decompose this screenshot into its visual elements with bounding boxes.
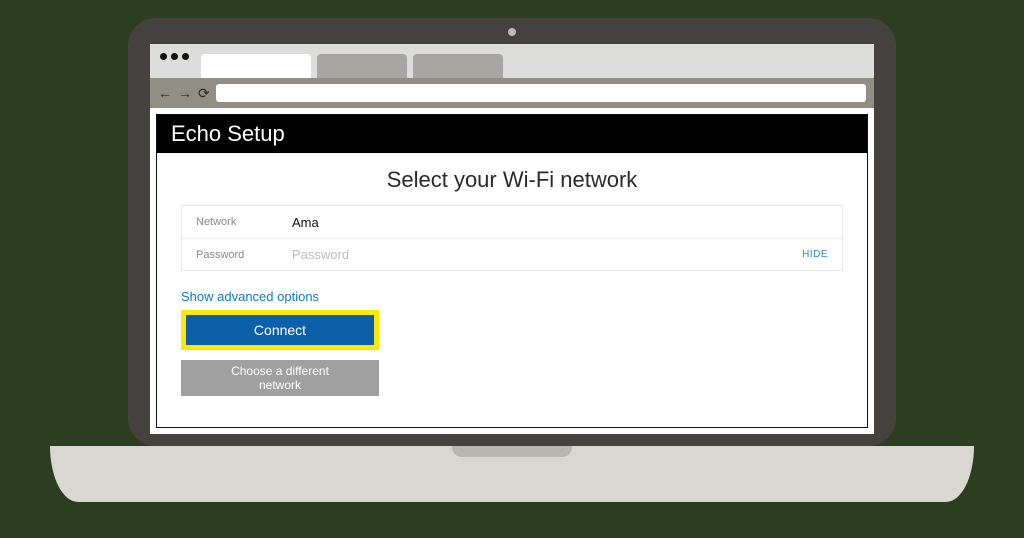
password-row[interactable]: Password Password HIDE bbox=[182, 238, 842, 270]
network-value: Ama bbox=[292, 215, 828, 230]
main-area: Select your Wi-Fi network Network Ama Pa… bbox=[157, 153, 867, 396]
page-content: Echo Setup Select your Wi-Fi network Net… bbox=[150, 108, 874, 434]
tab-active[interactable] bbox=[201, 54, 311, 78]
laptop-base bbox=[50, 446, 974, 502]
choose-different-network-button[interactable]: Choose a different network bbox=[181, 360, 379, 396]
browser-window: ← → ⟳ Echo Setup Select your Wi-Fi netwo… bbox=[150, 44, 874, 434]
camera-icon bbox=[508, 28, 516, 36]
tab-bar bbox=[150, 44, 874, 78]
dot-icon bbox=[182, 53, 189, 60]
hide-toggle[interactable]: HIDE bbox=[802, 249, 828, 260]
dot-icon bbox=[160, 53, 167, 60]
tab-inactive[interactable] bbox=[317, 54, 407, 78]
connect-highlight: Connect bbox=[181, 310, 379, 350]
address-bar: ← → ⟳ bbox=[150, 78, 874, 108]
network-row[interactable]: Network Ama bbox=[182, 206, 842, 238]
advanced-options-link[interactable]: Show advanced options bbox=[181, 289, 843, 304]
network-label: Network bbox=[196, 216, 266, 228]
url-input[interactable] bbox=[216, 84, 866, 102]
password-input[interactable]: Password bbox=[292, 247, 776, 262]
refresh-icon[interactable]: ⟳ bbox=[198, 85, 210, 102]
laptop-frame: ← → ⟳ Echo Setup Select your Wi-Fi netwo… bbox=[128, 18, 896, 446]
forward-icon[interactable]: → bbox=[178, 85, 192, 101]
wifi-form: Network Ama Password Password HIDE bbox=[181, 205, 843, 271]
password-label: Password bbox=[196, 249, 266, 261]
window-controls[interactable] bbox=[158, 44, 195, 78]
app-frame: Echo Setup Select your Wi-Fi network Net… bbox=[156, 114, 868, 428]
back-icon[interactable]: ← bbox=[158, 85, 172, 101]
tab-inactive[interactable] bbox=[413, 54, 503, 78]
dot-icon bbox=[171, 53, 178, 60]
connect-button[interactable]: Connect bbox=[186, 315, 374, 345]
page-title: Echo Setup bbox=[157, 115, 867, 153]
laptop-notch bbox=[452, 446, 572, 457]
page-heading: Select your Wi-Fi network bbox=[181, 167, 843, 193]
